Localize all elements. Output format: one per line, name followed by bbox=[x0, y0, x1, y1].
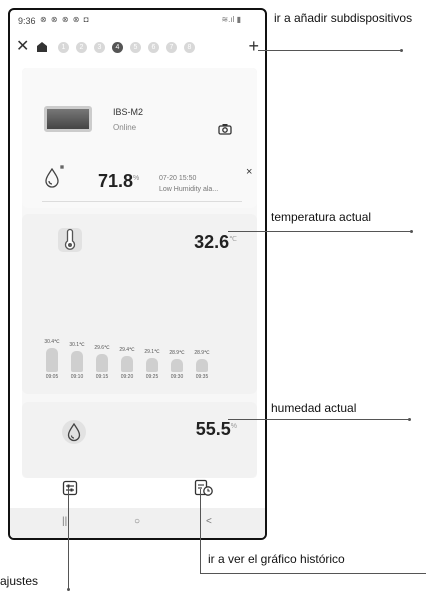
callout-settings: ajustes bbox=[0, 574, 39, 588]
callout-dot bbox=[410, 230, 413, 233]
device-image bbox=[44, 106, 92, 132]
history-chart-icon[interactable] bbox=[194, 479, 214, 497]
chart-data-label: 29.6℃ bbox=[94, 345, 110, 352]
chart-tick-label: 09:20 bbox=[120, 374, 134, 380]
chart-tick-label: 09:35 bbox=[195, 374, 209, 380]
device-tab-bar: ✕ 12345678 + bbox=[10, 35, 265, 59]
chart-bar bbox=[46, 348, 58, 372]
chart-data-label: 28.9℃ bbox=[169, 350, 185, 357]
callout-current-humidity: humedad actual bbox=[271, 401, 357, 415]
chart-tick-label: 09:15 bbox=[95, 374, 109, 380]
chart-tick-label: 09:30 bbox=[170, 374, 184, 380]
alarm-humidity-value: 71.8% bbox=[98, 171, 140, 191]
camera-icon[interactable] bbox=[218, 123, 232, 135]
device-name: IBS-M2 bbox=[113, 107, 144, 117]
chart-data-label: 29.1℃ bbox=[144, 348, 160, 355]
callout-line bbox=[228, 231, 412, 232]
callout-line bbox=[200, 573, 426, 574]
callout-dot bbox=[400, 49, 403, 52]
device-tab-4[interactable]: 4 bbox=[112, 42, 123, 53]
device-tab-5[interactable]: 5 bbox=[130, 42, 141, 53]
humidity-value: 55.5% bbox=[195, 419, 237, 439]
chart-data-label: 28.9℃ bbox=[194, 350, 210, 357]
callout-dot bbox=[408, 418, 411, 421]
temperature-value: 32.6℃ bbox=[194, 232, 237, 252]
callout-line bbox=[200, 489, 201, 574]
chart-data-label: 29.4℃ bbox=[119, 346, 135, 353]
temperature-card[interactable]: 32.6℃ 30.4℃ 09:05 30.1℃ 09:10 29.6℃ 09:15 29.4… bbox=[22, 214, 257, 394]
chart-tick-label: 09:25 bbox=[145, 374, 159, 380]
device-tab-7[interactable]: 7 bbox=[166, 42, 177, 53]
device-tab-6[interactable]: 6 bbox=[148, 42, 159, 53]
chart-tick-label: 09:05 bbox=[45, 374, 59, 380]
status-bar: 9:36 ⊗ ⊗ ⊗ ⊗ ◘ ≋.ıl ▮ bbox=[10, 10, 265, 32]
chart-data-label: 30.1℃ bbox=[69, 341, 85, 348]
callout-dot bbox=[67, 588, 70, 591]
alarm-close-button[interactable]: × bbox=[246, 166, 252, 178]
device-tab-2[interactable]: 2 bbox=[76, 42, 87, 53]
device-card: IBS-M2 Online 71.8% 07-20 15:50 Low Humi… bbox=[22, 68, 257, 208]
close-icon[interactable]: ✕ bbox=[16, 37, 29, 57]
callout-current-temperature: temperatura actual bbox=[271, 210, 372, 224]
settings-icon[interactable] bbox=[62, 480, 78, 496]
humidity-card[interactable]: 55.5% bbox=[22, 402, 257, 478]
device-content: IBS-M2 Online 71.8% 07-20 15:50 Low Humi… bbox=[22, 68, 257, 478]
add-subdevice-button[interactable]: + bbox=[248, 35, 259, 57]
device-tab-8[interactable]: 8 bbox=[184, 42, 195, 53]
chart-bar bbox=[146, 357, 158, 372]
chart-bar bbox=[196, 359, 208, 372]
chart-bar bbox=[171, 359, 183, 372]
notification-icons: ⊗ ⊗ ⊗ ⊗ ◘ bbox=[40, 15, 90, 24]
callout-line bbox=[228, 419, 410, 420]
home-icon[interactable] bbox=[36, 41, 48, 53]
alarm-message: Low Humidity ala... bbox=[159, 186, 219, 193]
status-time: 9:36 bbox=[18, 16, 36, 26]
device-tab-3[interactable]: 3 bbox=[94, 42, 105, 53]
android-nav-bar: ||| ○ < bbox=[10, 508, 265, 538]
phone-screen: 9:36 ⊗ ⊗ ⊗ ⊗ ◘ ≋.ıl ▮ ✕ 12345678 + IBS-M… bbox=[8, 8, 267, 540]
signal-battery-icons: ≋.ıl ▮ bbox=[221, 15, 241, 24]
thermometer-icon bbox=[58, 228, 82, 252]
chart-data-label: 30.4℃ bbox=[44, 339, 60, 346]
chart-bar bbox=[96, 354, 108, 372]
chart-bar bbox=[121, 355, 133, 372]
callout-line bbox=[68, 487, 69, 590]
device-status: Online bbox=[113, 123, 137, 132]
humidity-alarm-icon bbox=[45, 165, 64, 188]
callout-history-chart: ir a ver el gráfico histórico bbox=[208, 552, 345, 566]
callout-line bbox=[258, 50, 402, 51]
humidity-drop-icon bbox=[62, 420, 86, 444]
alarm-time: 07-20 15:50 bbox=[159, 175, 197, 182]
chart-bar bbox=[71, 350, 83, 372]
divider bbox=[42, 201, 242, 202]
callout-add-subdevices: ir a añadir subdispositivos bbox=[274, 11, 413, 25]
chart-tick-label: 09:10 bbox=[70, 374, 84, 380]
home-nav-button[interactable]: ○ bbox=[134, 516, 140, 527]
device-tab-1[interactable]: 1 bbox=[58, 42, 69, 53]
back-button[interactable]: < bbox=[206, 516, 212, 527]
